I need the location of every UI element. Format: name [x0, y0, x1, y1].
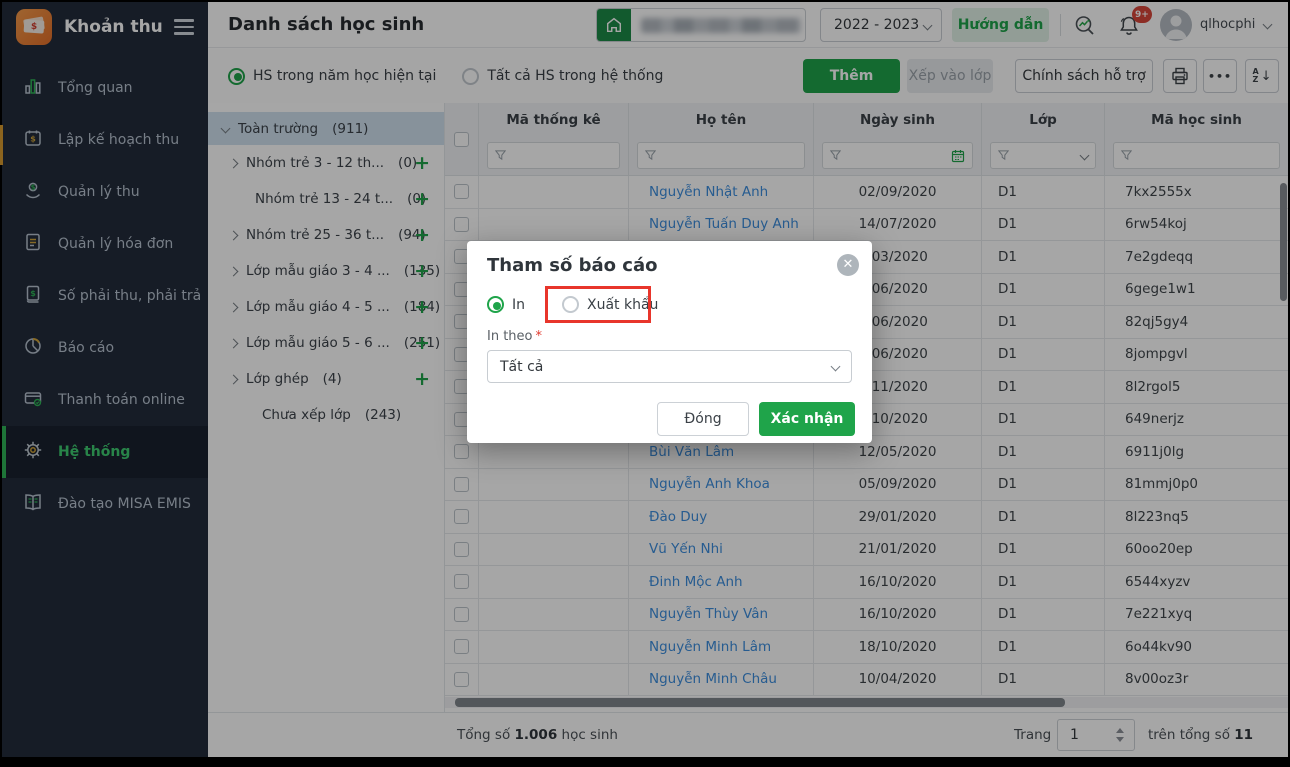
radio-selected-icon	[487, 296, 504, 313]
required-asterisk: *	[535, 329, 543, 344]
report-parameters-dialog: Tham số báo cáo ✕ In Xuất khẩu In theo * …	[467, 241, 872, 443]
print-by-label: In theo *	[487, 329, 542, 344]
print-by-select-value: Tất cả	[500, 358, 544, 375]
radio-label: In	[512, 296, 526, 313]
chevron-down-icon	[830, 361, 841, 372]
confirm-button[interactable]: Xác nhận	[759, 402, 855, 436]
screenshot-frame: $ Khoản thu Tổng quan $ Lập kế hoạch thu…	[0, 0, 1290, 767]
radio-print[interactable]: In	[487, 296, 525, 313]
red-highlight-annotation	[545, 286, 651, 323]
close-button[interactable]: Đóng	[657, 402, 749, 436]
dialog-title: Tham số báo cáo	[487, 255, 658, 276]
close-icon[interactable]: ✕	[837, 254, 859, 276]
print-by-select[interactable]: Tất cả	[487, 350, 852, 383]
